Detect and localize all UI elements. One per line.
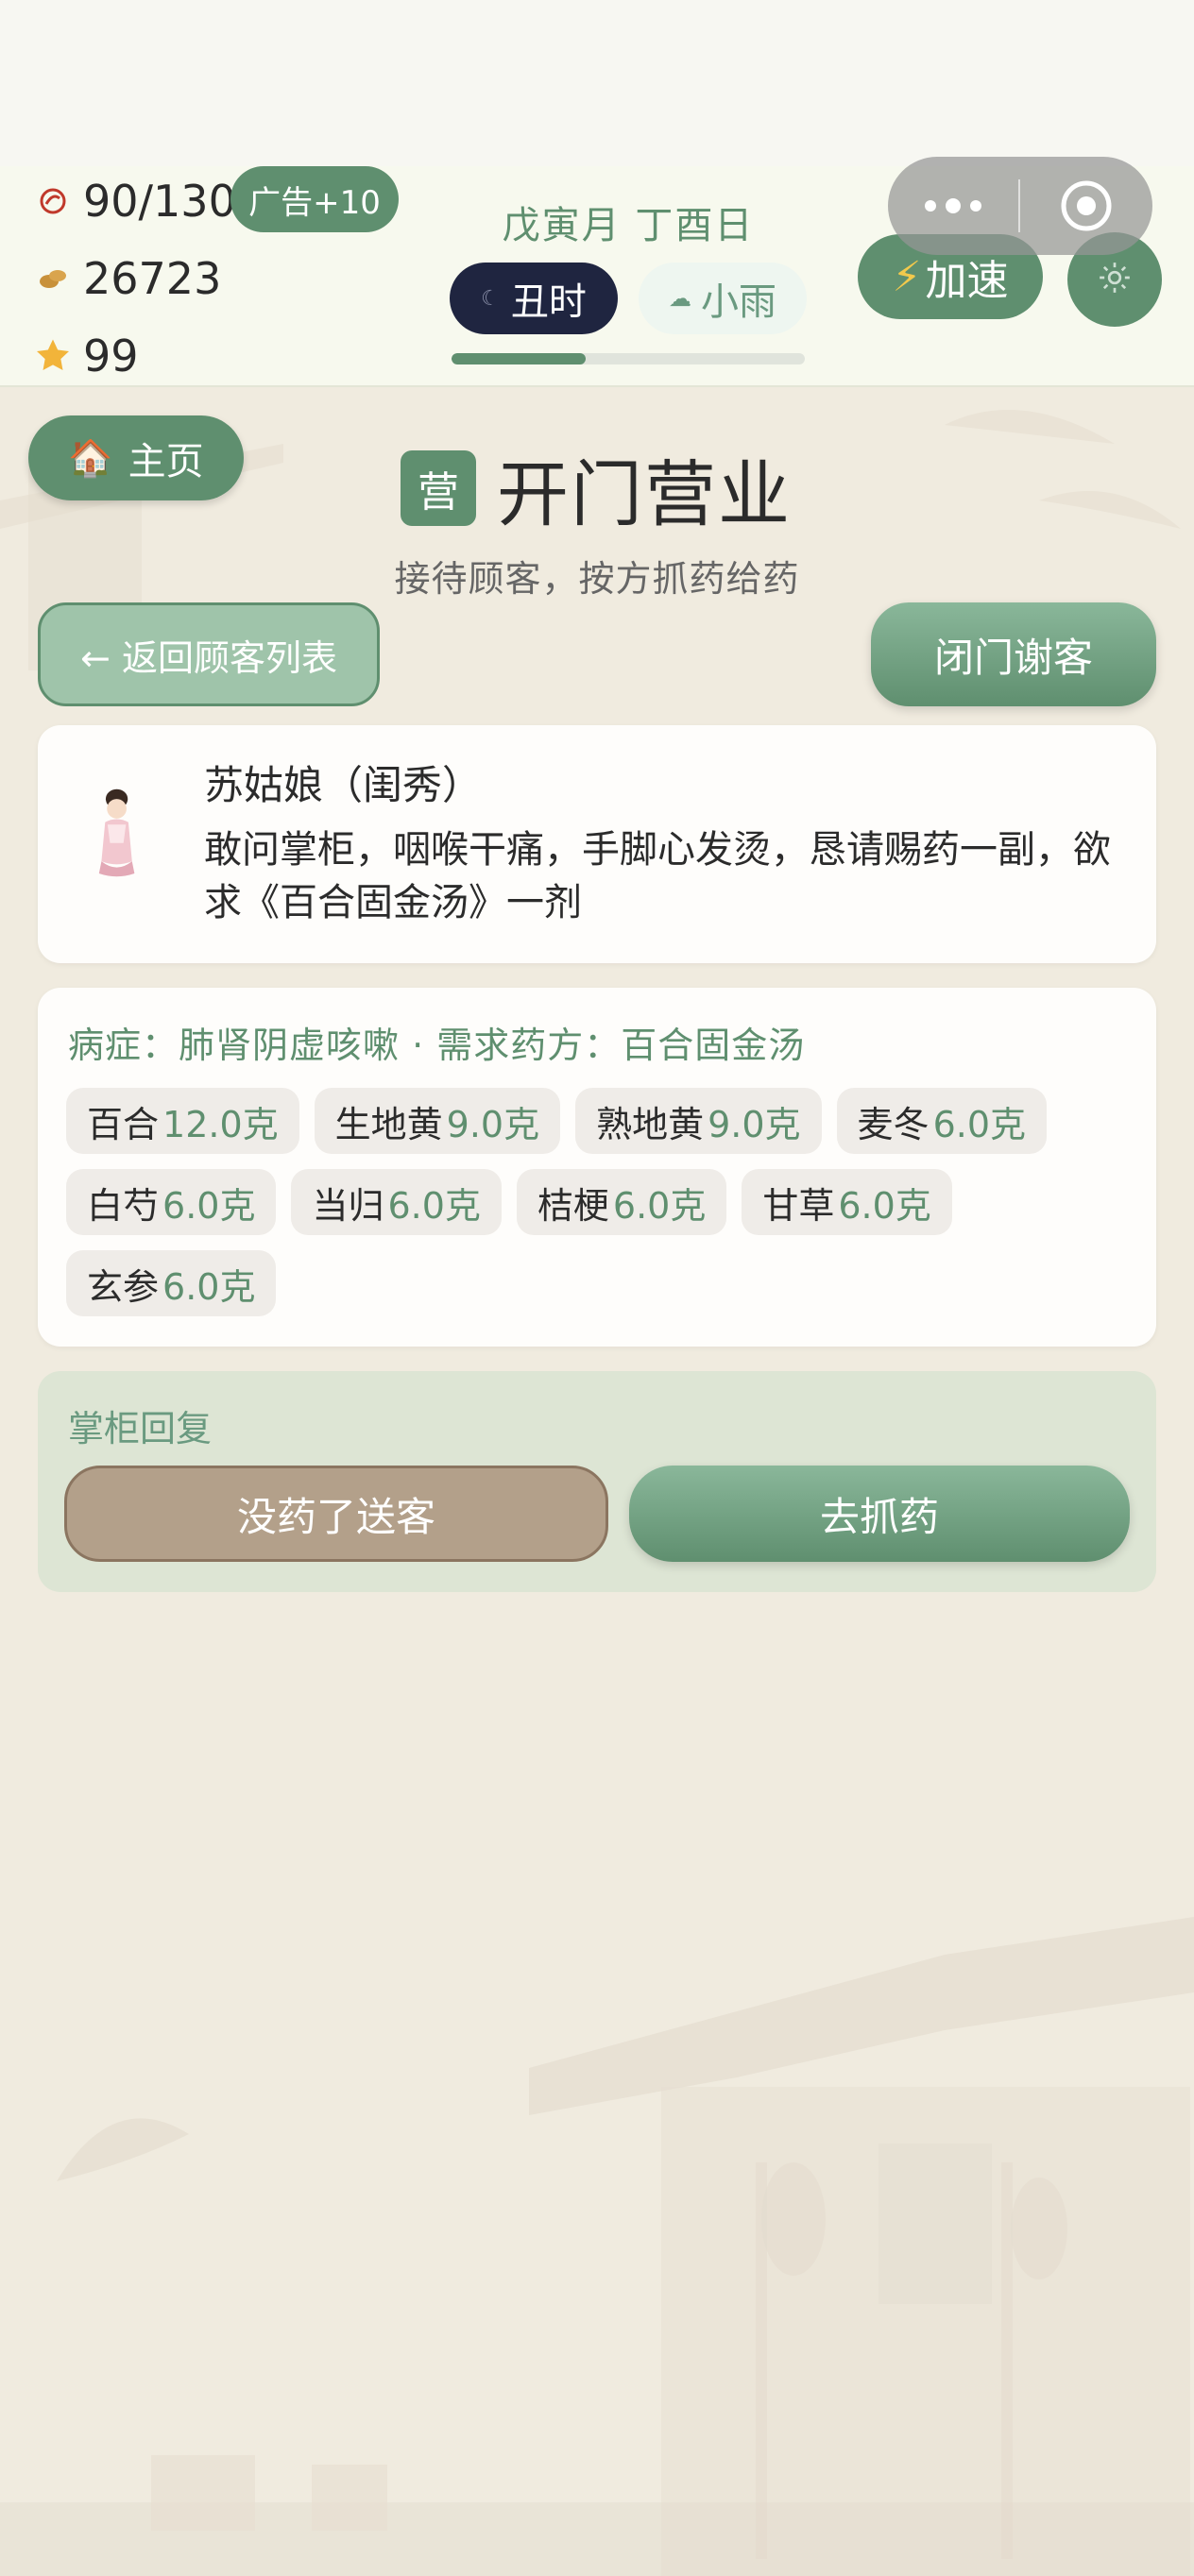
grab-medicine-button[interactable]: 去抓药	[629, 1466, 1130, 1562]
herb-chip: 熟地黄 9.0克	[575, 1088, 822, 1154]
moon-icon: ☾	[481, 286, 500, 311]
herb-chip: 甘草 6.0克	[742, 1169, 952, 1235]
herb-list: 百合 12.0克 生地黄 9.0克 熟地黄 9.0克 麦冬 6.0克 白芍 6.0克 当归…	[66, 1088, 1134, 1316]
more-icon[interactable]	[888, 198, 1018, 213]
coins-stat: 26723	[34, 253, 221, 304]
customer-name: 苏姑娘（闺秀）	[204, 762, 483, 808]
back-to-customer-list-button[interactable]: ← 返回顾客列表	[38, 602, 380, 706]
day-progress-fill	[452, 353, 587, 364]
target-icon[interactable]	[1020, 178, 1152, 234]
home-button[interactable]: 🏠 主页	[28, 415, 244, 500]
energy-icon	[34, 182, 72, 220]
shopkeeper-reply-panel: 掌柜回复 没药了送客 去抓药	[38, 1371, 1156, 1592]
speed-up-label: 加速	[925, 257, 1009, 305]
close-shop-button[interactable]: 闭门谢客	[871, 602, 1156, 706]
time-period-label: 丑时	[510, 280, 587, 324]
house-icon: 🏠	[68, 436, 113, 479]
page-title-text: 开门营业	[497, 452, 792, 536]
customer-message: 敢问掌柜，咽喉干痛，手脚心发烫，恳请赐药一副，欲求《百合固金汤》一剂	[204, 828, 1111, 924]
reply-label: 掌柜回复	[68, 1408, 213, 1449]
cloud-icon: ☁	[669, 285, 691, 312]
bolt-icon: ⚡	[892, 252, 922, 301]
star-icon	[34, 337, 72, 375]
customer-avatar	[98, 788, 135, 877]
herb-chip: 当归 6.0克	[291, 1169, 502, 1235]
herb-chip: 玄参 6.0克	[66, 1250, 277, 1316]
energy-stat: 90/130	[34, 176, 236, 227]
time-period-badge: ☾ 丑时	[450, 263, 618, 334]
status-bar-area	[0, 0, 1194, 166]
page-title: 营 开门营业	[401, 436, 792, 540]
lunar-date: 戊寅月 丁酉日	[502, 204, 755, 247]
miniprogram-capsule	[888, 157, 1152, 255]
energy-value: 90/130	[83, 176, 236, 227]
home-label: 主页	[128, 440, 204, 483]
herb-chip: 生地黄 9.0克	[314, 1088, 561, 1154]
title-badge: 营	[401, 450, 476, 526]
herb-chip: 白芍 6.0克	[66, 1169, 277, 1235]
herb-chip: 百合 12.0克	[66, 1088, 299, 1154]
day-progress-bar	[452, 353, 805, 364]
gear-icon	[1096, 259, 1134, 300]
watch-ad-button[interactable]: 广告+10	[230, 166, 399, 232]
customer-card: 苏姑娘（闺秀） 敢问掌柜，咽喉干痛，手脚心发烫，恳请赐药一副，欲求《百合固金汤》…	[38, 725, 1156, 963]
recipe-header: 病症：肺肾阴虚咳嗽 · 需求药方：百合固金汤	[68, 1025, 806, 1066]
coins-value: 26723	[83, 253, 222, 304]
page-subtitle: 接待顾客，按方抓药给药	[394, 558, 800, 600]
recipe-card: 病症：肺肾阴虚咳嗽 · 需求药方：百合固金汤 百合 12.0克 生地黄 9.0克 熟…	[38, 988, 1156, 1347]
weather-label: 小雨	[701, 280, 776, 324]
herb-chip: 麦冬 6.0克	[836, 1088, 1047, 1154]
herb-chip: 桔梗 6.0克	[516, 1169, 727, 1235]
stars-stat: 99	[34, 330, 139, 381]
weather-badge: ☁ 小雨	[639, 263, 807, 334]
send-off-button[interactable]: 没药了送客	[64, 1466, 608, 1562]
stars-value: 99	[83, 330, 139, 381]
coin-icon	[34, 260, 72, 297]
